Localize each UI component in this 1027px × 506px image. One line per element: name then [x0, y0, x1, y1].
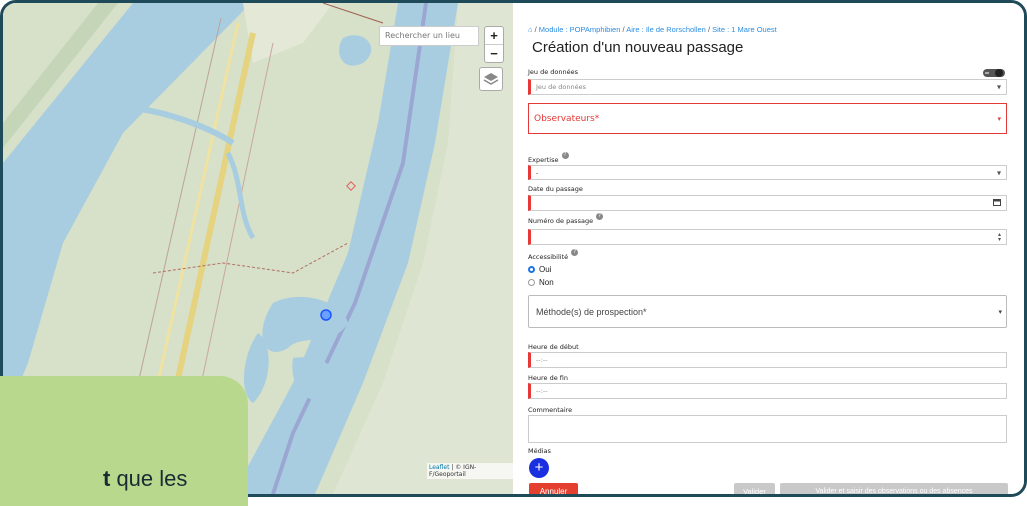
breadcrumb-aire[interactable]: Aire : Ile de Rorschollen [626, 25, 706, 34]
breadcrumb-site[interactable]: Site : 1 Mare Ouest [712, 25, 777, 34]
radio-unchecked-icon [528, 279, 535, 286]
heure-fin-input[interactable]: --:-- [528, 383, 1007, 399]
map-search-input[interactable]: Rechercher un lieu [379, 26, 479, 46]
jeu-label: Jeu de données [528, 68, 579, 76]
zoom-out-button[interactable]: − [485, 44, 503, 62]
valider-saisir-button[interactable]: Valider et saisir des observations ou de… [780, 483, 1008, 494]
zoom-in-button[interactable]: + [485, 27, 503, 44]
expertise-value: - [536, 168, 539, 177]
observateurs-select[interactable]: Observateurs* ▾ [528, 103, 1007, 134]
radio-checked-icon [528, 266, 535, 273]
layers-button[interactable] [479, 67, 503, 91]
overlay-text: t que les [103, 466, 188, 491]
chevron-down-icon: ▾ [998, 309, 1002, 316]
toggle-icon[interactable] [982, 68, 1006, 78]
jeu-select[interactable]: Jeu de données ▾ [528, 79, 1007, 95]
expertise-select[interactable]: - ▾ [528, 165, 1007, 180]
layers-icon [483, 73, 499, 85]
breadcrumb-module[interactable]: Module : POPAmphibien [539, 25, 621, 34]
heure-debut-placeholder: --:-- [536, 356, 548, 364]
expertise-label: Expertise? [528, 152, 569, 164]
chevron-down-icon: ▾ [996, 168, 1001, 177]
observateurs-placeholder: Observateurs* [534, 113, 600, 124]
date-input[interactable] [528, 195, 1007, 211]
accessibilite-label: Accessibilité? [528, 249, 579, 261]
calendar-icon[interactable] [993, 198, 1001, 208]
commentaire-textarea[interactable] [528, 415, 1007, 443]
home-icon[interactable]: ⌂ [528, 25, 533, 34]
commentaire-label: Commentaire [528, 406, 573, 414]
heure-fin-label: Heure de fin [528, 374, 569, 382]
methode-select[interactable]: Méthode(s) de prospection* ▾ [528, 295, 1007, 328]
zoom-control: + − [484, 26, 504, 63]
radio-non[interactable]: Non [528, 278, 554, 287]
stepper-icon[interactable]: ▴ ▾ [998, 232, 1001, 243]
help-icon[interactable]: ? [571, 249, 579, 256]
radio-oui[interactable]: Oui [528, 265, 551, 274]
heure-fin-placeholder: --:-- [536, 387, 548, 395]
medias-label: Médias [528, 447, 551, 455]
help-icon[interactable]: ? [561, 152, 569, 159]
form-panel: ⌂ / Module : POPAmphibien / Aire : Ile d… [518, 3, 1024, 494]
numero-label: Numéro de passage? [528, 213, 604, 225]
map-attribution: Leaflet | © IGN-F/Geoportail [427, 463, 513, 479]
numero-input[interactable]: ▴ ▾ [528, 229, 1007, 245]
heure-debut-input[interactable]: --:-- [528, 352, 1007, 368]
leaflet-link[interactable]: Leaflet [429, 464, 449, 471]
add-media-button[interactable]: + [529, 458, 549, 478]
chevron-down-icon: ▾ [997, 114, 1001, 123]
breadcrumb: ⌂ / Module : POPAmphibien / Aire : Ile d… [528, 25, 777, 34]
annuler-button[interactable]: Annuler [529, 483, 578, 494]
jeu-placeholder: Jeu de données [536, 83, 587, 91]
valider-button[interactable]: Valider [734, 483, 775, 494]
methode-placeholder: Méthode(s) de prospection* [536, 307, 647, 317]
help-icon[interactable]: ? [596, 213, 604, 220]
heure-debut-label: Heure de début [528, 343, 579, 351]
chevron-down-icon: ▾ [996, 82, 1001, 92]
date-label: Date du passage [528, 185, 583, 193]
page-title: Création d'un nouveau passage [532, 39, 744, 56]
